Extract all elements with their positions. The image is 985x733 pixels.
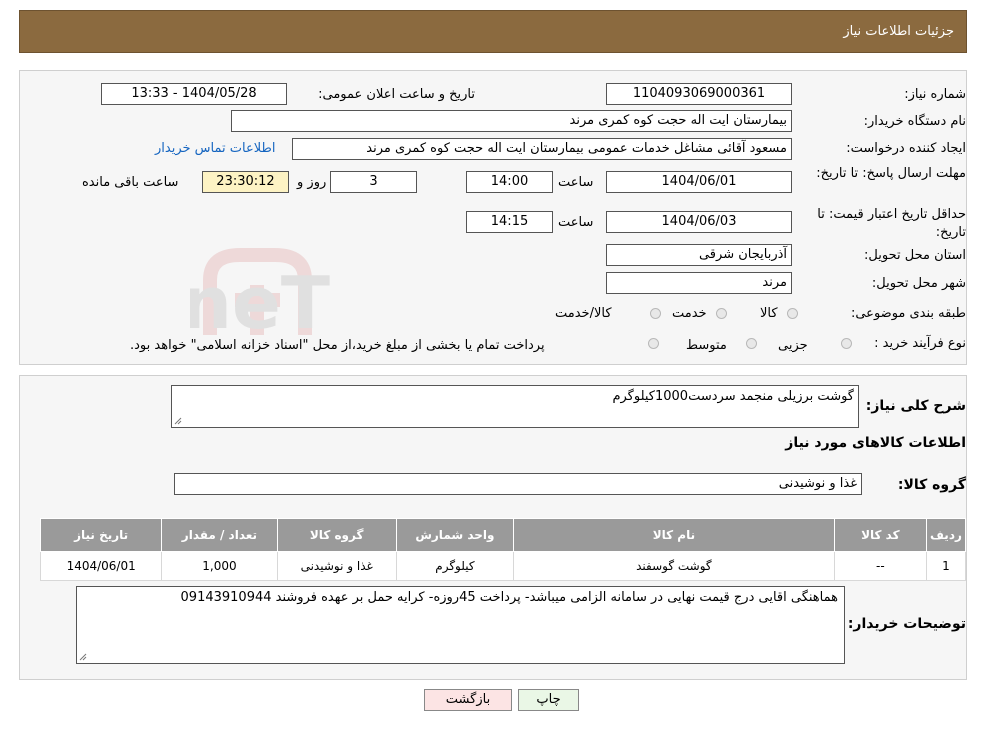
table-row[interactable]: 1 -- گوشت گوسفند کیلوگرم غذا و نوشیدنی 1… — [39, 551, 967, 581]
announce-label: تاریخ و ساعت اعلان عمومی: — [318, 87, 475, 102]
price-validity-time-field: 14:15 — [466, 211, 553, 233]
group-label: گروه کالا: — [897, 477, 966, 493]
deadline-label: مهلت ارسال پاسخ: تا تاریخ: — [816, 166, 966, 181]
process-option-minor: جزیی — [778, 338, 808, 353]
category-label: طبقه بندی موضوعی: — [850, 306, 966, 321]
category-option-service: خدمت — [672, 306, 707, 321]
remaining-label: ساعت باقی مانده — [82, 175, 179, 190]
province-label: استان محل تحویل: — [864, 248, 966, 263]
cell-code: -- — [833, 551, 927, 581]
city-field: مرند — [606, 272, 792, 294]
col-header-name: نام کالا — [513, 518, 835, 552]
buyer-org-label: نام دستگاه خریدار: — [863, 114, 966, 129]
deadline-time-label: ساعت — [558, 175, 594, 190]
cell-name: گوشت گوسفند — [513, 551, 835, 581]
price-validity-time-label: ساعت — [558, 215, 594, 230]
page-header: جزئیات اطلاعات نیاز — [19, 10, 967, 53]
col-header-unit: واحد شمارش — [395, 518, 515, 552]
process-option-medium: متوسط — [686, 338, 727, 353]
price-validity-label: حداقل تاریخ اعتبار قیمت: تا تاریخ: — [817, 207, 966, 240]
days-label: روز و — [297, 175, 327, 190]
buyer-notes-field[interactable]: هماهنگی اقایی درج قیمت نهایی در سامانه ا… — [76, 586, 845, 664]
category-radio-goods[interactable] — [787, 308, 798, 319]
price-validity-date-field: 1404/06/03 — [606, 211, 792, 233]
need-number-label: شماره نیاز: — [904, 87, 966, 102]
process-radio-minor[interactable] — [841, 338, 852, 349]
cell-row-number: 1 — [925, 551, 967, 581]
buyer-contact-link[interactable]: اطلاعات تماس خریدار — [155, 141, 275, 156]
items-table: ردیف کد کالا نام کالا واحد شمارش گروه کا… — [39, 518, 967, 581]
cell-unit: کیلوگرم — [395, 551, 515, 581]
description-label: شرح کلی نیاز: — [865, 398, 966, 414]
category-radio-service[interactable] — [716, 308, 727, 319]
need-number-field: 1104093069000361 — [606, 83, 792, 105]
process-radio-medium[interactable] — [746, 338, 757, 349]
deadline-date-field: 1404/06/01 — [606, 171, 792, 193]
province-field: آذربایجان شرقی — [606, 244, 792, 266]
col-header-code: کد کالا — [833, 518, 927, 552]
col-header-quantity: تعداد / مقدار — [161, 518, 278, 552]
group-field: غذا و نوشیدنی — [174, 473, 862, 495]
remaining-time-field: 23:30:12 — [202, 171, 289, 193]
process-label: نوع فرآیند خرید : — [874, 336, 966, 351]
buyer-notes-label: توضیحات خریدار: — [847, 616, 966, 632]
cell-group: غذا و نوشیدنی — [276, 551, 397, 581]
cell-need-date: 1404/06/01 — [39, 551, 163, 581]
buyer-org-field: بیمارستان ایت اله حجت کوه کمری مرند — [231, 110, 792, 132]
col-header-need-date: تاریخ نیاز — [39, 518, 163, 552]
back-button[interactable]: بازگشت — [424, 689, 512, 711]
items-title: اطلاعات کالاهای مورد نیاز — [785, 435, 966, 451]
resize-handle-icon[interactable] — [174, 417, 182, 425]
category-option-goods: کالا — [760, 306, 778, 321]
deadline-time-field: 14:00 — [466, 171, 553, 193]
process-note: پرداخت تمام یا بخشی از مبلغ خرید،از محل … — [130, 338, 545, 353]
city-label: شهر محل تحویل: — [871, 276, 966, 291]
cell-quantity: 1,000 — [161, 551, 278, 581]
announce-field: 1404/05/28 - 13:33 — [101, 83, 287, 105]
notes-resize-handle-icon[interactable] — [79, 653, 87, 661]
days-field: 3 — [330, 171, 417, 193]
col-header-group: گروه کالا — [276, 518, 397, 552]
requester-field: مسعود آقائی مشاغل خدمات عمومی بیمارستان … — [292, 138, 792, 160]
process-radio-treasury[interactable] — [648, 338, 659, 349]
print-button[interactable]: چاپ — [518, 689, 579, 711]
col-header-row-number: ردیف — [925, 518, 967, 552]
table-header-row: ردیف کد کالا نام کالا واحد شمارش گروه کا… — [39, 518, 967, 552]
requester-label: ایجاد کننده درخواست: — [846, 141, 966, 156]
page-title: جزئیات اطلاعات نیاز — [843, 24, 954, 39]
category-option-goods-service: کالا/خدمت — [555, 306, 612, 321]
category-radio-goods-service[interactable] — [650, 308, 661, 319]
description-field[interactable]: گوشت برزیلی منجمد سردست1000کیلوگرم — [171, 385, 859, 428]
